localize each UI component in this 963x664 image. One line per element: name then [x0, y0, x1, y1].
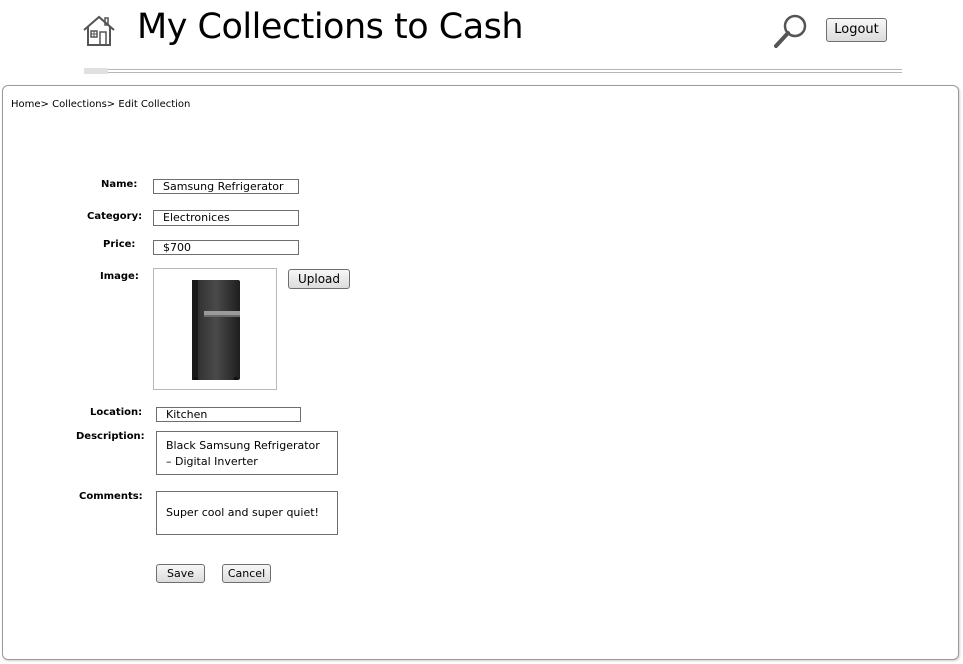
breadcrumb-current: Edit Collection [118, 99, 191, 110]
cancel-button[interactable]: Cancel [222, 564, 271, 583]
comments-label: Comments: [79, 491, 143, 502]
breadcrumb-separator: > [106, 99, 116, 110]
image-label: Image: [100, 271, 139, 282]
category-field[interactable]: Electronices [153, 210, 299, 226]
upload-button[interactable]: Upload [288, 269, 350, 289]
breadcrumb-home[interactable]: Home [11, 99, 41, 110]
logout-button[interactable]: Logout [826, 18, 887, 42]
header-divider [84, 68, 902, 74]
category-label: Category: [87, 211, 143, 222]
location-label: Location: [90, 407, 143, 418]
refrigerator-image [192, 280, 240, 380]
save-button[interactable]: Save [156, 564, 205, 583]
location-field[interactable]: Kitchen [156, 407, 301, 422]
price-label: Price: [103, 239, 136, 250]
price-field[interactable]: $700 [153, 240, 299, 255]
comments-field[interactable]: Super cool and super quiet! [156, 491, 338, 535]
home-icon[interactable] [82, 15, 116, 47]
name-field[interactable]: Samsung Refrigerator [153, 179, 299, 194]
product-image-box [153, 268, 277, 390]
description-label: Description: [76, 431, 145, 442]
breadcrumb-collections[interactable]: Collections [52, 99, 107, 110]
app-title: My Collections to Cash [137, 7, 524, 47]
search-icon[interactable] [773, 13, 809, 49]
content-panel [2, 85, 959, 660]
description-field[interactable]: Black Samsung Refrigerator – Digital Inv… [156, 431, 338, 475]
name-label: Name: [101, 179, 138, 190]
breadcrumb-separator: > [40, 99, 49, 110]
breadcrumb: Home> Collections> Edit Collection [11, 99, 190, 110]
